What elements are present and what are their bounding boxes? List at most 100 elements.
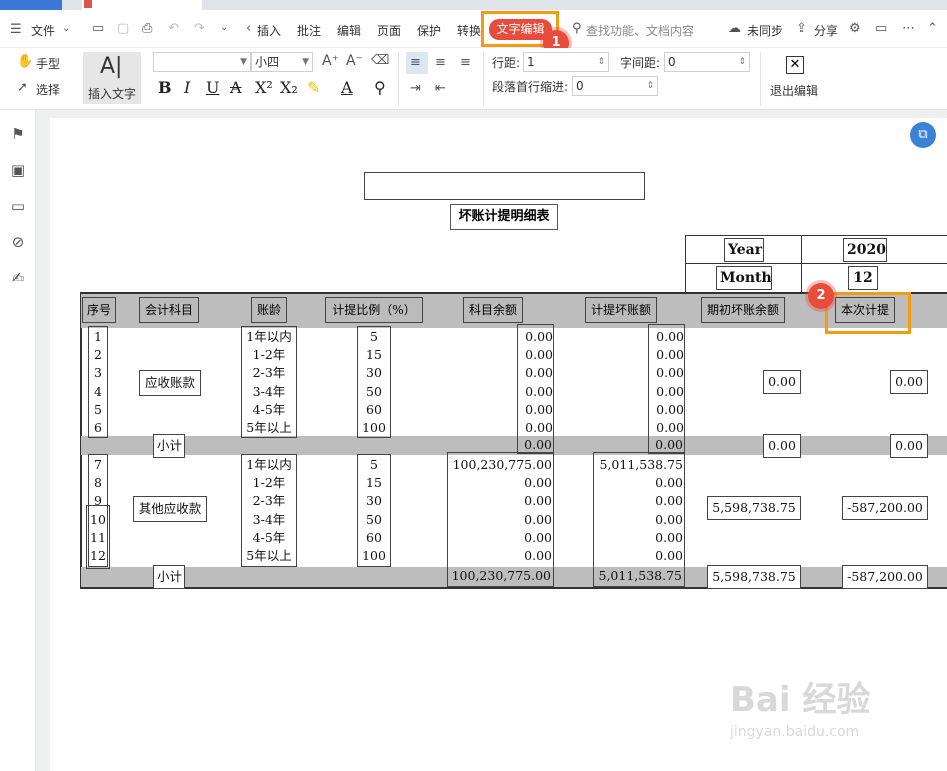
align-center-icon[interactable]: ≡: [435, 56, 446, 69]
subtotal-opening-1[interactable]: 0.00: [763, 434, 801, 458]
subscript-icon[interactable]: X₂: [280, 78, 298, 97]
balance-column-1[interactable]: 0.00 0.00 0.00 0.00 0.00 0.00: [517, 324, 554, 454]
undo-icon[interactable]: ↶: [168, 22, 179, 35]
subtotal-label-2[interactable]: 小计: [153, 565, 185, 589]
subtotal-current-2[interactable]: -587,200.00: [842, 565, 928, 589]
current-provision-1[interactable]: 0.00: [890, 370, 928, 394]
header-account[interactable]: 会计科目: [139, 297, 199, 323]
cloud-sync-icon[interactable]: ☁: [728, 22, 741, 35]
insert-text-button[interactable]: A| 插入文字: [83, 52, 141, 104]
menu-protect[interactable]: 保护: [417, 22, 441, 39]
spinner-icon[interactable]: ⇕: [738, 53, 746, 71]
year-value[interactable]: 2020: [843, 238, 887, 262]
year-label[interactable]: Year: [724, 238, 764, 262]
account-name-1[interactable]: 应收账款: [139, 370, 201, 396]
close-icon[interactable]: ✕: [786, 56, 804, 74]
menu-convert[interactable]: 转换: [457, 22, 481, 39]
provision-column-2[interactable]: 5,011,538.75 0.00 0.00 0.00 0.00 0.00: [593, 452, 685, 587]
exit-edit-button[interactable]: 退出编辑: [770, 82, 818, 99]
spinner-icon[interactable]: ⇕: [646, 77, 654, 95]
char-spacing-field[interactable]: 0 ⇕: [664, 52, 750, 72]
spinner-icon[interactable]: ⇕: [597, 53, 605, 71]
hamburger-menu-icon[interactable]: ☰: [10, 23, 22, 36]
month-value[interactable]: 12: [848, 266, 878, 290]
document-tab[interactable]: [82, 0, 202, 10]
align-right-icon[interactable]: ≡: [460, 56, 471, 69]
header-rate[interactable]: 计提比例（%）: [325, 297, 423, 323]
gear-icon[interactable]: ⚙: [849, 22, 861, 35]
italic-icon[interactable]: I: [184, 78, 190, 97]
subtotal-label-1[interactable]: 小计: [153, 434, 185, 458]
subtotal-provision-1[interactable]: 0.00: [650, 437, 683, 452]
font-family-select[interactable]: ▼: [153, 52, 251, 72]
rate-column-2[interactable]: 5 15 30 50 60 100: [357, 454, 391, 567]
header-age[interactable]: 账龄: [251, 297, 287, 323]
underline-icon[interactable]: U: [206, 78, 219, 97]
text-effect-icon[interactable]: ⚲: [374, 78, 386, 97]
comment-icon[interactable]: ▭: [10, 198, 26, 214]
chevron-down-icon[interactable]: ⌄: [62, 24, 70, 34]
strikethrough-icon[interactable]: A: [230, 78, 242, 97]
seq-column-1[interactable]: 1 2 3 4 5 6: [88, 326, 108, 438]
line-spacing-field[interactable]: 1 ⇕: [523, 52, 609, 72]
align-left-button[interactable]: ≡: [406, 52, 428, 74]
month-label[interactable]: Month: [716, 266, 772, 290]
collapse-ribbon-icon[interactable]: ⌃: [927, 22, 938, 35]
grow-font-icon[interactable]: A⁺: [322, 54, 339, 68]
select-tool-button[interactable]: 选择: [36, 81, 60, 98]
current-provision-2[interactable]: -587,200.00: [842, 496, 928, 520]
save-icon[interactable]: ▢: [117, 22, 129, 35]
menu-page[interactable]: 页面: [377, 22, 401, 39]
subtotal-opening-2[interactable]: 5,598,738.75: [707, 565, 801, 589]
redo-icon[interactable]: ↷: [194, 22, 205, 35]
comment-icon[interactable]: ▭: [875, 22, 887, 35]
more-icon[interactable]: ⋯: [902, 22, 915, 35]
superscript-icon[interactable]: X²: [255, 78, 273, 97]
provision-column-1[interactable]: 0.00 0.00 0.00 0.00 0.00 0.00: [648, 324, 685, 454]
attachment-icon[interactable]: ⊘: [10, 234, 26, 250]
search-input[interactable]: 查找功能、文档内容: [586, 22, 694, 39]
hand-tool-button[interactable]: 手型: [36, 55, 60, 72]
highlight-color-icon[interactable]: ✎: [307, 78, 320, 97]
sync-status[interactable]: 未同步: [747, 22, 783, 39]
subtotal-balance-1[interactable]: 0.00: [519, 437, 552, 452]
menu-edit[interactable]: 编辑: [337, 22, 361, 39]
indent-field[interactable]: 0 ⇕: [572, 76, 658, 96]
menu-file[interactable]: 文件: [31, 22, 55, 39]
doc-title[interactable]: 坏账计提明细表: [450, 204, 558, 230]
home-tab[interactable]: [0, 0, 62, 10]
menu-review[interactable]: 批注: [297, 22, 321, 39]
bookmark-icon[interactable]: ⚑: [10, 126, 26, 142]
header-seq[interactable]: 序号: [82, 297, 116, 323]
signature-icon[interactable]: ✍: [10, 270, 26, 286]
account-name-2[interactable]: 其他应收款: [133, 496, 207, 522]
bold-icon[interactable]: B: [158, 78, 172, 97]
subtotal-current-1[interactable]: 0.00: [890, 434, 928, 458]
page-tool-float-button[interactable]: ⧉: [910, 122, 936, 148]
open-folder-icon[interactable]: ▭: [92, 22, 104, 35]
header-opening[interactable]: 期初坏账余额: [701, 297, 785, 323]
subtotal-balance-2[interactable]: 100,230,775.00: [449, 568, 551, 583]
opening-balance-2[interactable]: 5,598,738.75: [707, 496, 801, 520]
balance-column-2[interactable]: 100,230,775.00 0.00 0.00 0.00 0.00 0.00: [447, 452, 554, 587]
font-color-icon[interactable]: A: [341, 78, 353, 97]
age-column-2[interactable]: 1年以内 1-2年 2-3年 3-4年 4-5年 5年以上: [241, 454, 297, 567]
indent-decrease-icon[interactable]: ⇤: [435, 82, 446, 95]
share-button[interactable]: 分享: [814, 22, 838, 39]
print-icon[interactable]: ⎙: [142, 22, 152, 35]
more-dropdown-icon[interactable]: ⌄: [220, 23, 228, 33]
empty-text-box[interactable]: [364, 172, 645, 200]
menu-insert[interactable]: 插入: [257, 22, 281, 39]
opening-balance-1[interactable]: 0.00: [763, 370, 801, 394]
age-column-1[interactable]: 1年以内 1-2年 2-3年 3-4年 4-5年 5年以上: [241, 326, 297, 438]
thumbnail-icon[interactable]: ▣: [10, 162, 26, 178]
indent-increase-icon[interactable]: ⇥: [410, 82, 421, 95]
header-balance[interactable]: 科目余额: [463, 297, 523, 323]
scroll-left-icon[interactable]: ‹: [246, 22, 251, 35]
font-size-select[interactable]: 小四 ▼: [251, 52, 313, 72]
header-provision[interactable]: 计提坏账额: [585, 297, 657, 323]
clear-format-icon[interactable]: ⌫: [371, 54, 389, 67]
rate-column-1[interactable]: 5 15 30 50 60 100: [357, 326, 391, 438]
share-icon[interactable]: ⇪: [796, 22, 807, 35]
subtotal-provision-2[interactable]: 5,011,538.75: [595, 568, 683, 583]
